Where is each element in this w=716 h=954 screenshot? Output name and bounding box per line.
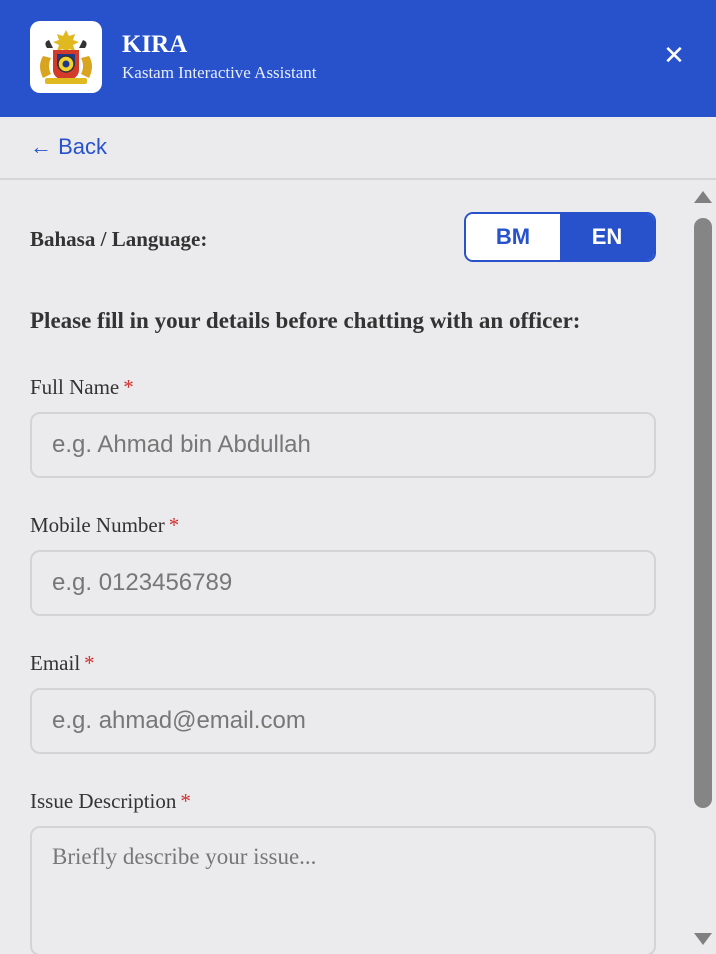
full-name-label-text: Full Name	[30, 375, 120, 399]
email-input[interactable]	[30, 688, 656, 754]
issue-description-label: Issue Description *	[30, 789, 191, 814]
required-mark: *	[168, 513, 180, 537]
app-subtitle: Kastam Interactive Assistant	[122, 63, 317, 82]
language-toggle: BM EN	[464, 212, 656, 262]
back-bar: ← Back	[0, 117, 716, 180]
close-button[interactable]: ✕	[656, 38, 692, 74]
email-label: Email *	[30, 651, 95, 676]
scroll-up-arrow-icon[interactable]	[694, 191, 712, 203]
title-block: KIRA Kastam Interactive Assistant	[122, 30, 317, 84]
required-mark: *	[123, 375, 134, 399]
chat-header: KIRA Kastam Interactive Assistant ✕	[0, 0, 716, 117]
issue-description-label-text: Issue Description	[30, 789, 177, 813]
app-title: KIRA	[122, 31, 188, 58]
pre-chat-form: Bahasa / Language: BM EN Please fill in …	[0, 182, 690, 954]
scrollbar[interactable]	[690, 182, 716, 954]
language-row: Bahasa / Language: BM EN	[30, 212, 656, 264]
form-instructions: Please fill in your details before chatt…	[30, 308, 581, 333]
email-label-text: Email	[30, 651, 81, 675]
required-mark: *	[180, 789, 191, 813]
language-option-bm[interactable]: BM	[466, 214, 560, 260]
kastam-logo	[30, 21, 102, 93]
mobile-number-label: Mobile Number *	[30, 513, 179, 538]
required-mark: *	[84, 651, 95, 675]
close-icon: ✕	[663, 41, 685, 71]
full-name-input[interactable]	[30, 412, 656, 478]
mobile-number-label-text: Mobile Number	[30, 513, 165, 537]
language-label: Bahasa / Language:	[30, 227, 208, 251]
full-name-label: Full Name *	[30, 375, 134, 400]
scroll-down-arrow-icon[interactable]	[694, 933, 712, 945]
scroll-thumb[interactable]	[694, 218, 712, 808]
issue-description-textarea[interactable]	[30, 826, 656, 954]
mobile-number-input[interactable]	[30, 550, 656, 616]
language-option-en[interactable]: EN	[560, 214, 654, 260]
coat-of-arms-icon	[40, 30, 92, 84]
back-link[interactable]: ← Back	[30, 134, 107, 160]
